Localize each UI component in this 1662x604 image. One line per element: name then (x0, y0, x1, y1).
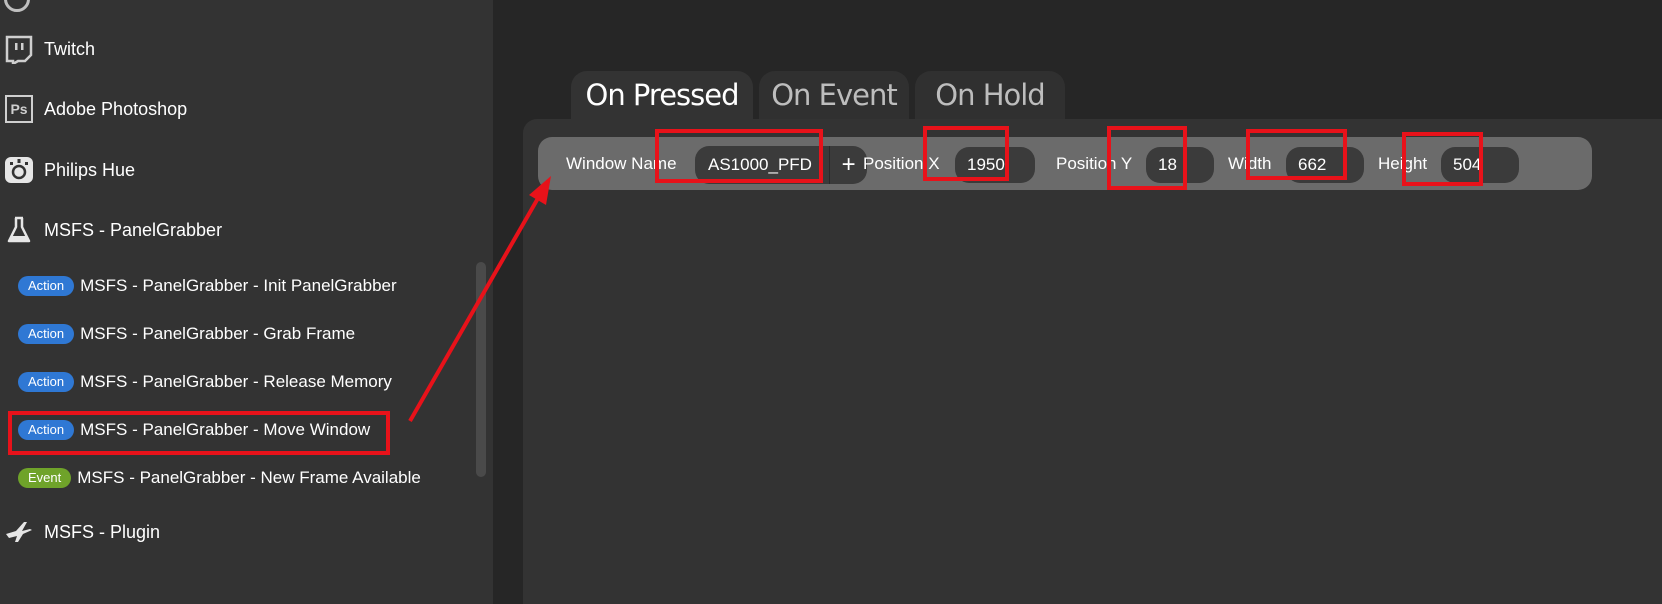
action-badge: Action (18, 372, 75, 392)
sidebar-scrollbar[interactable] (476, 262, 486, 477)
tab-content: Window Name AS1000_PFD + Position X 1950… (523, 119, 1662, 604)
action-label: MSFS - PanelGrabber - Grab Frame (80, 324, 356, 343)
airplane-icon (2, 515, 36, 549)
tab-on-hold[interactable]: On Hold (915, 71, 1065, 119)
annotation-box-position-y (1107, 126, 1187, 190)
plugin-label: MSFS - Plugin (44, 521, 161, 542)
sidebar-plugin-philips-hue[interactable]: Philips Hue (0, 148, 470, 192)
action-badge: Action (18, 324, 75, 344)
action-badge: Action (18, 276, 75, 296)
plugin-icon-partial (4, 0, 30, 12)
sidebar-plugin-twitch[interactable]: Twitch (0, 27, 470, 71)
sidebar-event-new-frame-available[interactable]: Event MSFS - PanelGrabber - New Frame Av… (18, 463, 468, 493)
twitch-icon (2, 32, 36, 66)
tab-on-pressed[interactable]: On Pressed (571, 71, 753, 119)
sidebar-plugin-msfs-plugin[interactable]: MSFS - Plugin (0, 510, 470, 554)
plugin-label: Twitch (44, 38, 96, 59)
action-label: MSFS - PanelGrabber - New Frame Availabl… (77, 468, 421, 487)
annotation-box-position-x (923, 126, 1009, 181)
sidebar-action-release-memory[interactable]: Action MSFS - PanelGrabber - Release Mem… (18, 367, 468, 397)
sidebar-action-init-panelgrabber[interactable]: Action MSFS - PanelGrabber - Init PanelG… (18, 271, 468, 301)
tab-on-event[interactable]: On Event (759, 71, 909, 119)
photoshop-icon: Ps (2, 92, 36, 126)
event-badge: Event (18, 468, 72, 488)
action-label: MSFS - PanelGrabber - Init PanelGrabber (80, 276, 397, 295)
flask-icon (2, 213, 36, 247)
plugin-label: Philips Hue (44, 159, 136, 180)
tab-bar: On Pressed On Event On Hold (571, 71, 1071, 119)
annotation-box-window-name (655, 129, 823, 183)
annotation-box-width (1246, 129, 1347, 180)
sidebar-action-grab-frame[interactable]: Action MSFS - PanelGrabber - Grab Frame (18, 319, 468, 349)
annotation-box-move-window (8, 411, 390, 455)
sidebar-plugin-msfs-panelgrabber[interactable]: MSFS - PanelGrabber (0, 208, 470, 252)
plugin-label: Adobe Photoshop (44, 98, 188, 119)
action-config-panel: On Pressed On Event On Hold Window Name … (493, 0, 1662, 604)
plugin-label: MSFS - PanelGrabber (44, 219, 223, 240)
annotation-box-height (1402, 132, 1483, 186)
sidebar: Twitch Ps Adobe Photoshop Philips Hue MS (0, 0, 493, 604)
add-window-button[interactable]: + (830, 146, 867, 184)
action-label: MSFS - PanelGrabber - Release Memory (80, 372, 392, 391)
philips-hue-icon (2, 153, 36, 187)
sidebar-plugin-photoshop[interactable]: Ps Adobe Photoshop (0, 87, 470, 131)
